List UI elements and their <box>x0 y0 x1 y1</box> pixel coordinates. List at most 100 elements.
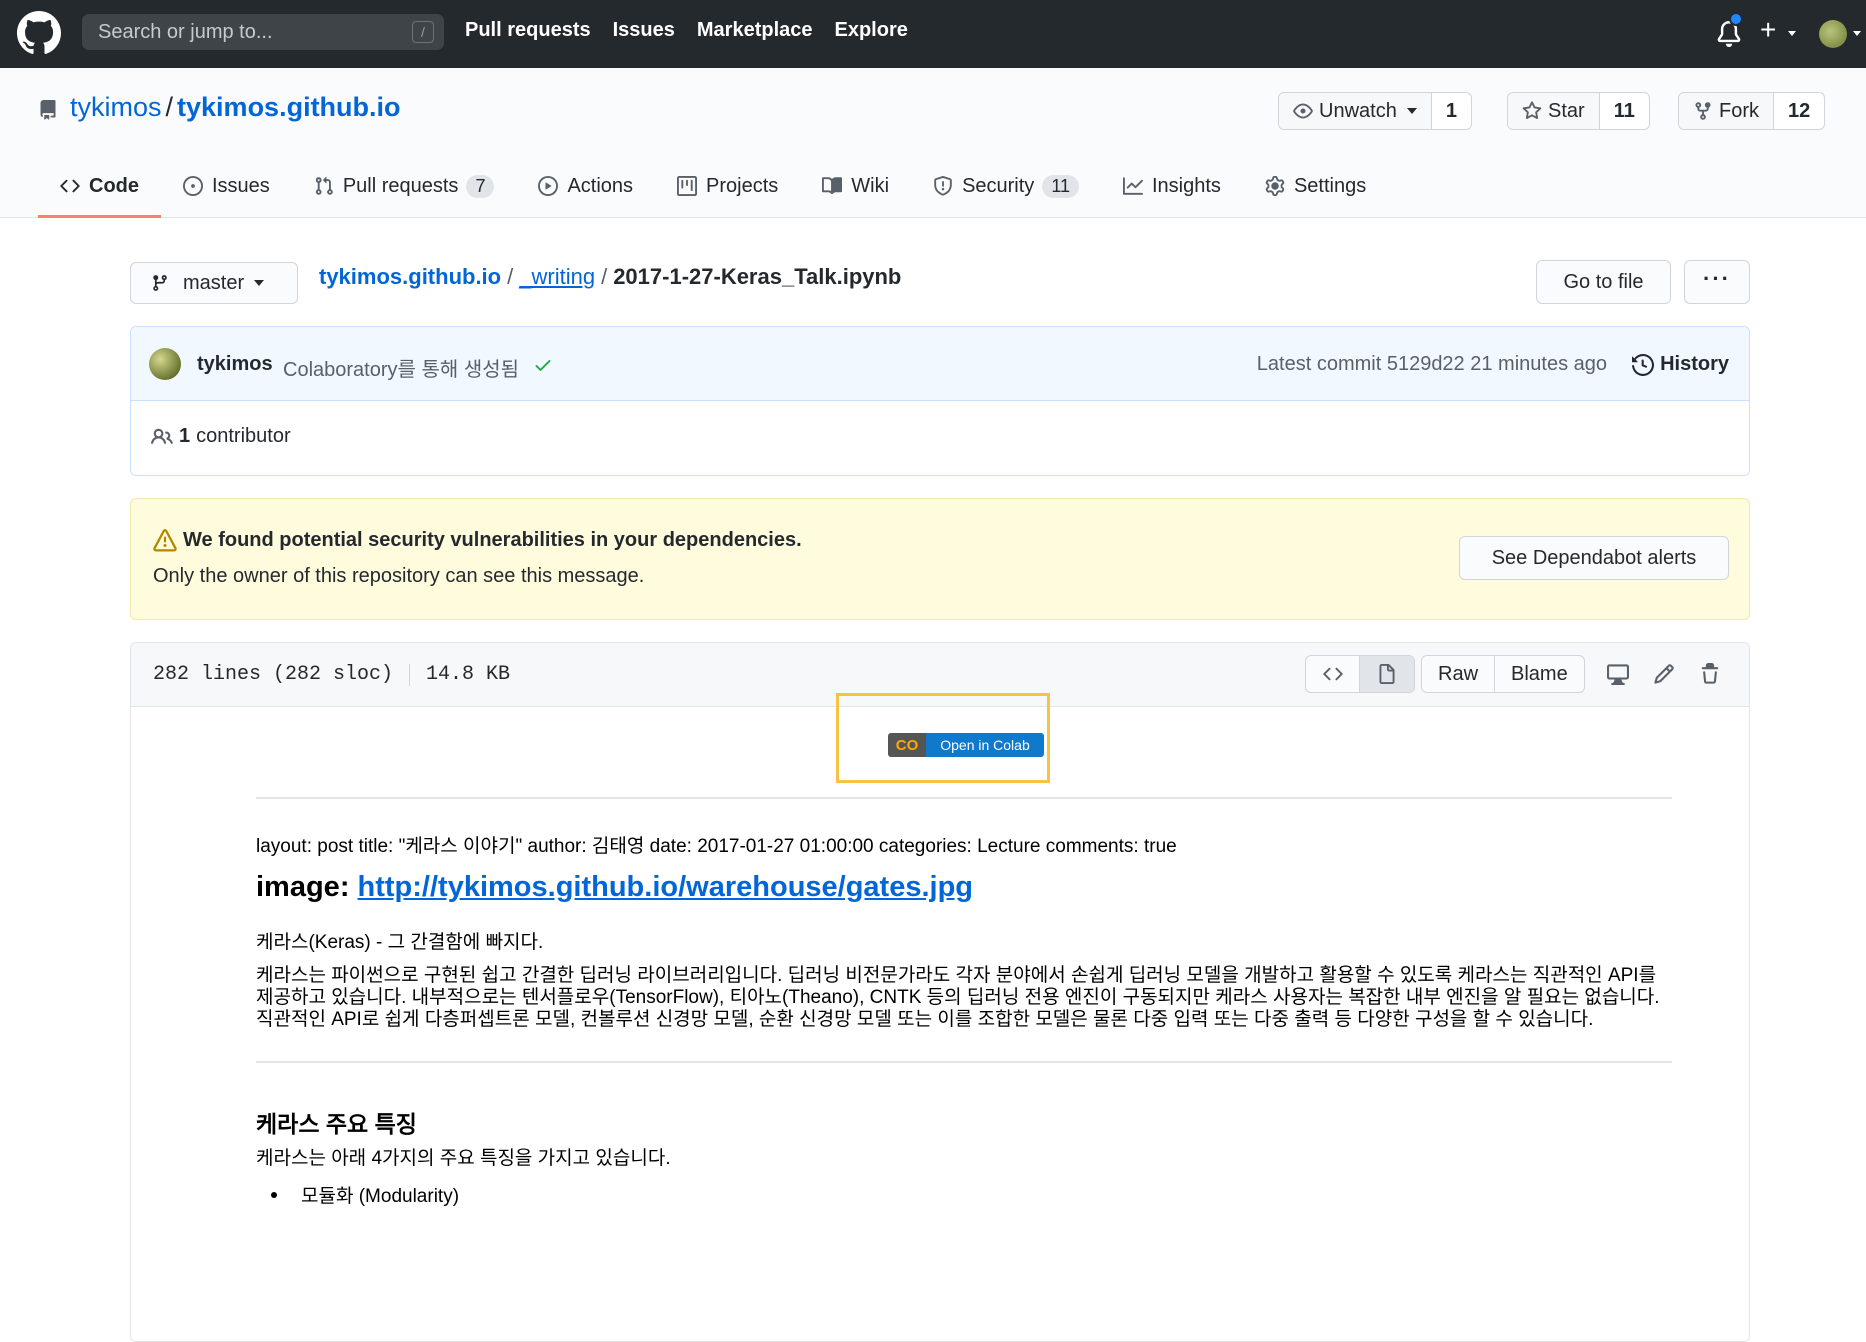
unwatch-button[interactable]: Unwatch <box>1279 93 1432 129</box>
file-viewer: 282 lines (282 sloc) 14.8 KB Raw Blame C… <box>130 642 1750 1342</box>
repo-name-link[interactable]: tykimos.github.io <box>177 92 401 122</box>
breadcrumb-separator: / <box>601 264 608 289</box>
tab-pull-requests-label: Pull requests <box>342 174 459 197</box>
star-button[interactable]: Star <box>1508 93 1600 129</box>
tab-actions-label: Actions <box>567 174 634 197</box>
global-header: Search or jump to... / Pull requests Iss… <box>0 0 1866 68</box>
graph-icon <box>1123 177 1143 195</box>
play-icon <box>538 176 559 196</box>
gear-icon <box>1265 176 1285 196</box>
user-avatar[interactable] <box>1819 20 1847 48</box>
github-logo-icon[interactable] <box>17 11 61 55</box>
star-count[interactable]: 11 <box>1599 93 1649 129</box>
unwatch-label: Unwatch <box>1319 99 1397 122</box>
source-view-button[interactable] <box>1306 656 1360 692</box>
search-input[interactable]: Search or jump to... / <box>82 14 444 50</box>
tab-wiki[interactable]: Wiki <box>800 168 911 218</box>
file-icon <box>1379 664 1395 684</box>
history-link[interactable]: History <box>1632 353 1729 376</box>
tab-wiki-label: Wiki <box>851 174 890 197</box>
breadcrumb: tykimos.github.io / _writing/2017-1-27-Ker… <box>319 264 901 290</box>
contributors-link[interactable]: 1 contributor <box>151 425 291 448</box>
alert-subtitle: Only the owner of this repository can se… <box>153 565 645 587</box>
trash-icon[interactable] <box>1699 663 1721 685</box>
divider <box>409 663 411 686</box>
tab-code-label: Code <box>89 174 139 197</box>
repo-owner-link[interactable]: tykimos <box>70 92 162 122</box>
commit-meta[interactable]: Latest commit 5129d22 21 minutes ago <box>1257 353 1607 376</box>
notification-indicator <box>1729 12 1743 26</box>
rendered-view-button[interactable] <box>1360 656 1414 692</box>
chevron-down-icon <box>1853 31 1861 36</box>
tab-issues[interactable]: Issues <box>161 168 292 218</box>
check-icon[interactable] <box>533 355 553 375</box>
front-matter-text: layout: post title: "케라스 이야기" author: 김태… <box>256 836 1177 857</box>
search-placeholder: Search or jump to... <box>98 21 273 43</box>
nav-marketplace[interactable]: Marketplace <box>697 19 813 42</box>
watch-group: Unwatch 1 <box>1278 92 1472 130</box>
view-toggle <box>1305 655 1415 693</box>
repo-tabs: Code Issues Pull requests 7 Actions Proj… <box>38 168 1388 218</box>
tab-actions[interactable]: Actions <box>516 168 655 218</box>
pencil-icon[interactable] <box>1653 663 1675 685</box>
tab-security[interactable]: Security 11 <box>911 168 1101 218</box>
pull-requests-count-badge: 7 <box>466 174 495 198</box>
features-heading: 케라스 주요 특징 <box>256 1111 417 1137</box>
colab-badge-text: Open in Colab <box>926 733 1044 757</box>
latest-commit-box: tykimos Colaboratory를 통해 생성됨 Latest comm… <box>130 326 1750 476</box>
list-item-label: 모듈화 (Modularity) <box>301 1186 460 1207</box>
fork-icon <box>1695 102 1711 120</box>
tab-settings[interactable]: Settings <box>1243 168 1388 218</box>
tab-projects-label: Projects <box>706 174 779 197</box>
tab-settings-label: Settings <box>1293 174 1367 197</box>
fork-label: Fork <box>1719 99 1759 122</box>
file-info: 282 lines (282 sloc) 14.8 KB <box>153 663 510 686</box>
go-to-file-button[interactable]: Go to file <box>1536 260 1671 304</box>
tab-code[interactable]: Code <box>38 168 161 218</box>
alert-icon <box>153 529 177 552</box>
repo-icon <box>40 100 56 120</box>
bullet <box>271 1191 277 1198</box>
desktop-icon[interactable] <box>1607 663 1629 685</box>
open-in-colab-badge[interactable]: CO Open in Colab <box>888 733 1044 757</box>
features-intro: 케라스는 아래 4가지의 주요 특징을 가지고 있습니다. <box>256 1148 671 1169</box>
breadcrumb-root[interactable]: tykimos.github.io <box>319 264 501 289</box>
history-label: History <box>1660 353 1729 375</box>
branch-icon <box>153 275 167 291</box>
divider <box>256 797 1672 799</box>
image-link[interactable]: http://tykimos.github.io/warehouse/gates… <box>358 871 974 903</box>
code-icon <box>1322 667 1343 681</box>
commit-summary: tykimos Colaboratory를 통해 생성됨 Latest comm… <box>131 327 1749 401</box>
more-options-button[interactable]: ··· <box>1684 260 1750 304</box>
issue-icon <box>183 176 203 196</box>
see-dependabot-alerts-button[interactable]: See Dependabot alerts <box>1459 536 1729 580</box>
tab-projects[interactable]: Projects <box>655 168 800 218</box>
search-shortcut-key: / <box>412 21 434 43</box>
raw-button[interactable]: Raw <box>1422 656 1496 692</box>
watch-count[interactable]: 1 <box>1431 93 1471 129</box>
commit-author-avatar[interactable] <box>149 348 181 380</box>
global-nav: Pull requests Issues Marketplace Explore <box>465 19 908 42</box>
branch-name: master <box>183 271 245 294</box>
fork-button[interactable]: Fork <box>1679 93 1774 129</box>
tab-insights[interactable]: Insights <box>1101 168 1243 218</box>
image-heading-prefix: image: <box>256 871 358 903</box>
nav-issues[interactable]: Issues <box>613 19 675 42</box>
commit-message[interactable]: Colaboratory를 통해 생성됨 <box>283 353 519 382</box>
create-new-menu[interactable]: + <box>1760 14 1800 46</box>
contributors-row: 1 contributor <box>131 401 1749 475</box>
shield-icon <box>934 176 952 196</box>
project-icon <box>677 176 698 196</box>
fork-count[interactable]: 12 <box>1774 93 1825 129</box>
breadcrumb-separator: / <box>507 264 514 289</box>
nav-pull-requests[interactable]: Pull requests <box>465 19 591 42</box>
commit-author[interactable]: tykimos <box>197 353 273 376</box>
nav-explore[interactable]: Explore <box>835 19 908 42</box>
blame-button[interactable]: Blame <box>1495 656 1584 692</box>
breadcrumb-dir[interactable]: _writing <box>519 264 595 289</box>
image-heading: image: http://tykimos.github.io/warehous… <box>256 871 973 904</box>
branch-select-button[interactable]: master <box>130 262 298 304</box>
intro-text: 케라스(Keras) - 그 간결함에 빠지다. <box>256 932 544 953</box>
eye-icon <box>1293 103 1313 119</box>
tab-pull-requests[interactable]: Pull requests 7 <box>292 168 517 218</box>
